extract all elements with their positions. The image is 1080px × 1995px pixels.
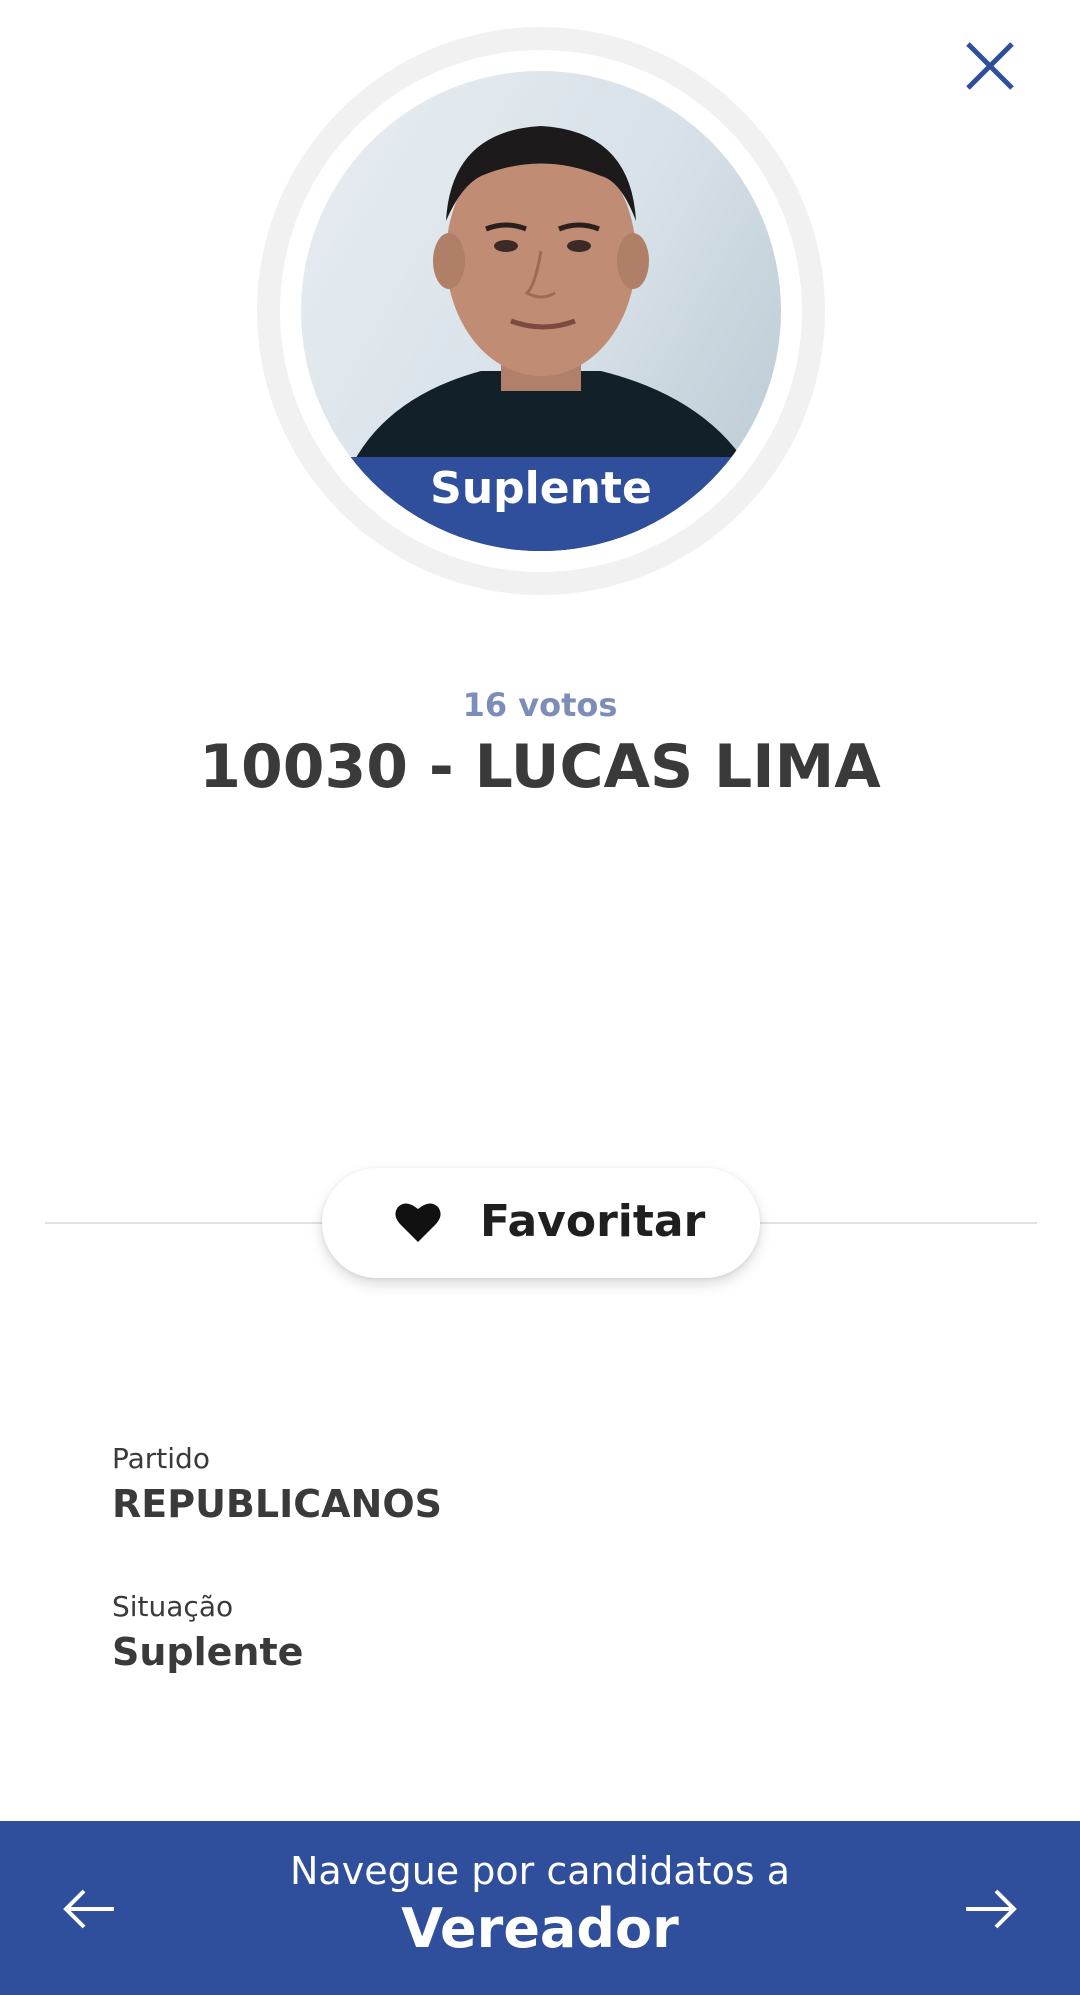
nav-subtitle: Navegue por candidatos a [290, 1849, 790, 1893]
candidate-photo: Suplente [301, 71, 781, 551]
party-value: REPUBLICANOS [112, 1482, 443, 1526]
arrow-right-icon [966, 1889, 1017, 1929]
close-icon [966, 42, 1014, 90]
heart-icon [394, 1200, 442, 1244]
vote-count: 16 votos [462, 686, 618, 724]
close-button[interactable] [960, 36, 1020, 96]
nav-title: Vereador [401, 1897, 679, 1960]
party-label: Partido [112, 1442, 210, 1475]
favorite-button[interactable]: Favoritar [322, 1168, 760, 1278]
bottom-navigation: Navegue por candidatos a Vereador [0, 1821, 1080, 1995]
status-badge: Suplente [301, 457, 781, 551]
candidate-name: 10030 - LUCAS LIMA [199, 732, 881, 802]
situation-value: Suplente [112, 1630, 304, 1674]
favorite-label: Favoritar [480, 1196, 706, 1247]
situation-label: Situação [112, 1590, 234, 1623]
next-candidate-button[interactable] [960, 1879, 1020, 1939]
